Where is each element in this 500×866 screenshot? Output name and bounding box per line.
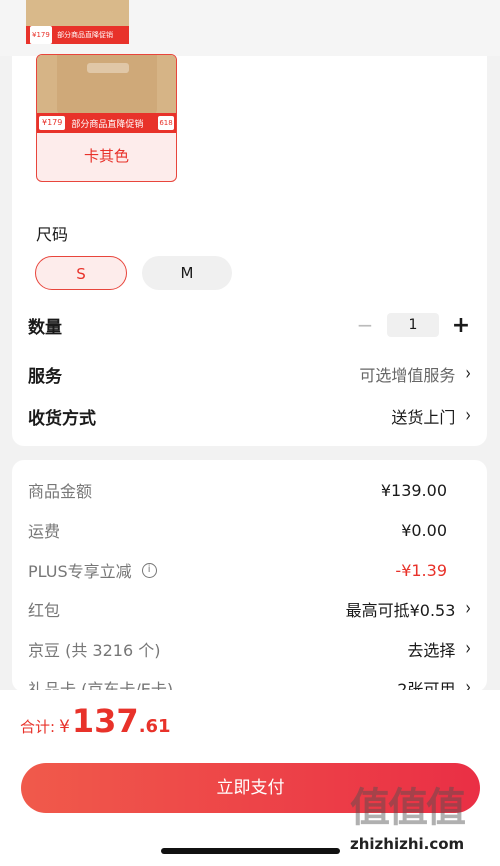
price-value: -¥1.39 [395, 561, 471, 580]
chevron-right-icon: › [465, 404, 471, 428]
promo-price-small: ¥179 [30, 26, 52, 44]
delivery-value-text: 送货上门 [391, 408, 456, 427]
top-strip: ¥179 部分商品直降促销 [0, 0, 500, 56]
chevron-right-icon: › [465, 597, 471, 621]
total-integer: 137 [71, 702, 139, 740]
price-value: ¥0.00 [401, 521, 471, 540]
quantity-input[interactable]: 1 [387, 313, 439, 337]
chevron-right-icon: › [465, 637, 471, 661]
minus-icon[interactable]: − [355, 313, 375, 337]
price-row-jingdou[interactable]: 京豆 (共 3216 个) 去选择 › [28, 635, 471, 663]
price-value-text: 最高可抵¥0.53 [345, 601, 456, 620]
service-value-text: 可选增值服务 [359, 366, 456, 385]
size-title: 尺码 [36, 225, 69, 244]
watermark-url: zhizhizhi.com [350, 835, 465, 853]
shirt-image [57, 55, 157, 115]
price-label: 京豆 (共 3216 个) [28, 641, 161, 660]
service-row[interactable]: 服务 可选增值服务 › [28, 359, 471, 389]
total-decimal: .61 [138, 716, 171, 737]
home-indicator[interactable] [161, 848, 340, 854]
price-label: PLUS专享立减 i [28, 558, 157, 582]
service-label: 服务 [28, 366, 62, 387]
plus-icon[interactable]: + [451, 313, 471, 338]
size-option-m[interactable]: M [142, 256, 232, 290]
price-value-text: -¥1.39 [395, 560, 447, 580]
total-price: 合计: ¥ 137 .61 [20, 702, 171, 740]
color-option-khaki[interactable]: ¥179 部分商品直降促销 618 卡其色 [36, 54, 177, 182]
price-row-plus: PLUS专享立减 i -¥1.39 [28, 556, 471, 584]
quantity-row: 数量 − 1 + [28, 310, 471, 340]
promo-price: ¥179 [39, 116, 66, 130]
total-currency: ¥ [59, 717, 70, 737]
price-label: 运费 [28, 522, 61, 541]
price-label: 商品金额 [28, 482, 93, 501]
selection-sheet: ¥179 部分商品直降促销 618 卡其色 尺码 S M 数量 − 1 + 服务… [12, 54, 487, 446]
price-value-text: ¥0.00 [401, 520, 447, 540]
promo-text-small: 部分商品直降促销 [57, 31, 114, 39]
delivery-row[interactable]: 收货方式 送货上门 › [28, 401, 471, 431]
price-row-redpacket[interactable]: 红包 最高可抵¥0.53 › [28, 595, 471, 623]
quantity-label: 数量 [28, 317, 62, 338]
price-row-shipping: 运费 ¥0.00 [28, 516, 471, 544]
size-option-s[interactable]: S [35, 256, 127, 290]
promo-618-badge: 618 [158, 116, 174, 130]
price-row-goods: 商品金额 ¥139.00 [28, 476, 471, 504]
delivery-value: 送货上门 › [391, 404, 471, 428]
quantity-stepper: − 1 + [355, 313, 471, 338]
watermark-chars: 值值值 [350, 785, 466, 831]
price-label-text: PLUS专享立减 [28, 562, 132, 581]
promo-strip-small: ¥179 部分商品直降促销 [26, 26, 129, 44]
color-name: 卡其色 [83, 147, 129, 165]
watermark: 值值值 zhizhizhi.com [350, 775, 498, 863]
price-value: 最高可抵¥0.53 › [346, 597, 471, 621]
price-value: ¥139.00 [381, 481, 471, 500]
info-icon[interactable]: i [141, 562, 157, 578]
promo-text: 部分商品直降促销 [71, 119, 144, 130]
price-value-text: 去选择 [407, 641, 456, 660]
price-label: 红包 [28, 601, 61, 620]
delivery-label: 收货方式 [28, 408, 96, 429]
price-value-text: ¥139.00 [380, 480, 447, 500]
total-label: 合计: [20, 718, 56, 736]
promo-bar: ¥179 部分商品直降促销 618 [37, 113, 176, 133]
product-thumbnail-small[interactable]: ¥179 部分商品直降促销 [26, 0, 129, 44]
product-image [37, 55, 176, 115]
price-summary-card: 商品金额 ¥139.00 运费 ¥0.00 PLUS专享立减 i -¥1.39 红… [12, 460, 487, 692]
service-value: 可选增值服务 › [359, 362, 471, 386]
price-value: 去选择 › [407, 637, 471, 661]
chevron-right-icon: › [465, 362, 471, 386]
